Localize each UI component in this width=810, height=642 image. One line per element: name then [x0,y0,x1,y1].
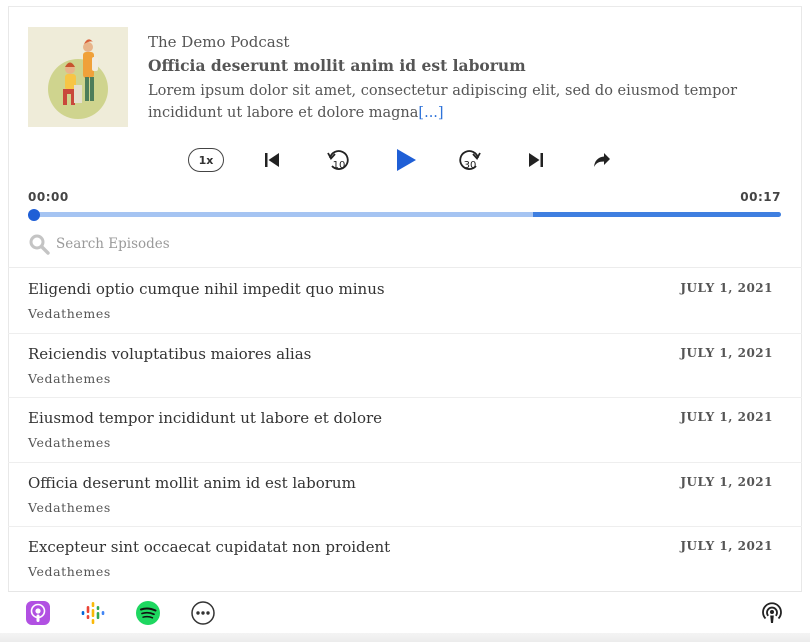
episode-item-author: Vedathemes [28,564,111,579]
progress-track[interactable] [30,212,781,217]
skip-previous-icon [265,153,279,167]
current-time: 00:00 [28,190,69,204]
episode-item[interactable]: Excepteur sint occaecat cupidatat non pr… [8,527,802,592]
subscribe-bar [8,591,802,633]
rewind-10-icon: 10 [327,150,349,171]
episode-item-date: JULY 1, 2021 [680,345,773,360]
podcast-feed-icon[interactable] [759,600,785,626]
skip-next-icon [529,153,543,167]
search-icon [29,234,50,255]
episode-item-date: JULY 1, 2021 [680,474,773,489]
episode-item-title: Excepteur sint occaecat cupidatat non pr… [28,538,391,556]
next-episode-button[interactable] [522,142,550,178]
read-more-link[interactable]: [...] [418,105,443,121]
episode-description: Lorem ipsum dolor sit amet, consectetur … [148,80,768,124]
more-options-icon[interactable] [190,600,216,626]
forward-30-icon: 30 [459,150,481,171]
episode-item-date: JULY 1, 2021 [680,281,773,295]
buffered-segment [533,212,781,217]
apple-podcasts-icon[interactable] [25,600,51,626]
page-bottom-edge [0,633,810,642]
share-icon [594,153,610,167]
speed-label: 1x [198,153,214,167]
episode-list: Eligendi optio cumque nihil impedit quo … [8,269,802,592]
duration: 00:17 [740,190,781,204]
episode-item-author: Vedathemes [28,306,111,321]
episode-item-title: Reiciendis voluptatibus maiores alias [28,344,312,363]
rewind-button[interactable]: 10 [322,142,354,178]
episode-item-title: Officia deserunt mollit anim id est labo… [28,473,356,492]
spotify-icon[interactable] [135,600,161,626]
episode-item-author: Vedathemes [28,435,111,450]
forward-button[interactable]: 30 [454,142,486,178]
episode-item-author: Vedathemes [28,499,111,515]
playback-speed-button[interactable]: 1x [188,148,224,172]
play-button[interactable] [390,142,422,178]
search-bar [8,224,802,268]
episode-title: Officia deserunt mollit anim id est labo… [148,56,526,75]
play-icon [397,149,416,171]
progress-handle[interactable] [28,209,40,221]
rewind-seconds-label: 10 [333,160,346,171]
episode-item-author: Vedathemes [28,370,111,386]
episode-item[interactable]: Eiusmod tempor incididunt ut labore et d… [8,398,802,463]
episode-item[interactable]: Reiciendis voluptatibus maiores alias Ved… [8,334,802,398]
episode-item-date: JULY 1, 2021 [680,539,773,553]
episode-item-title: Eligendi optio cumque nihil impedit quo … [28,280,385,298]
podcast-cover-art [28,27,128,127]
episode-item-date: JULY 1, 2021 [680,410,773,424]
show-title: The Demo Podcast [148,33,290,51]
player-controls: 1x 10 30 [0,142,810,178]
episode-item-title: Eiusmod tempor incididunt ut labore et d… [28,409,383,427]
share-button[interactable] [588,142,616,178]
google-podcasts-icon[interactable] [80,600,106,626]
forward-seconds-label: 30 [464,160,477,171]
episode-item[interactable]: Eligendi optio cumque nihil impedit quo … [8,269,802,334]
previous-episode-button[interactable] [258,142,286,178]
search-input[interactable] [56,232,556,256]
episode-item[interactable]: Officia deserunt mollit anim id est labo… [8,463,802,527]
